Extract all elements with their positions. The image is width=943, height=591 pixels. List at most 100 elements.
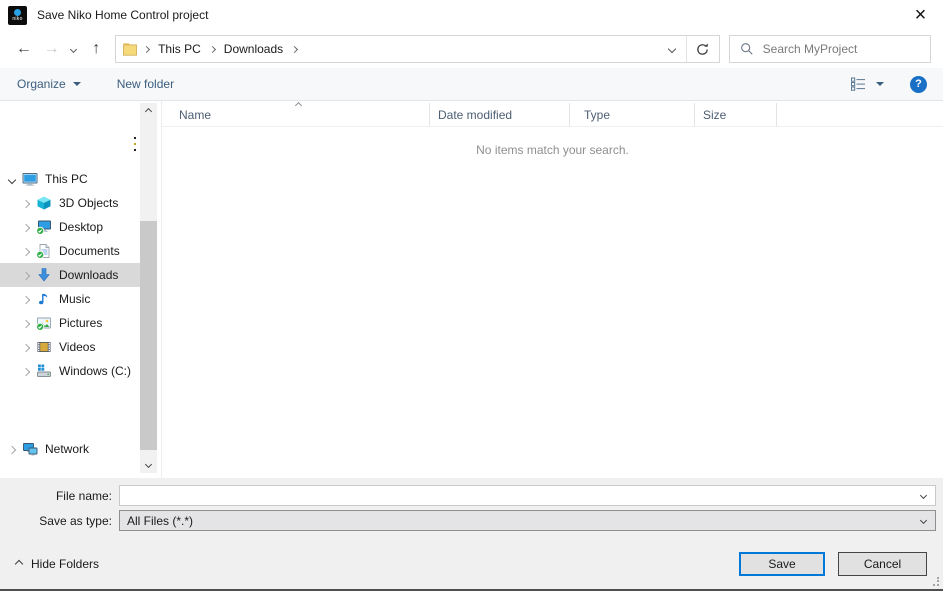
breadcrumb: This PC Downloads: [138, 36, 303, 62]
new-folder-label: New folder: [117, 77, 174, 91]
chevron-collapsed-icon[interactable]: [22, 272, 30, 280]
new-folder-button[interactable]: New folder: [117, 77, 174, 91]
help-icon[interactable]: ?: [910, 76, 927, 93]
save-as-type-select[interactable]: All Files (*.*): [119, 510, 936, 531]
chevron-expanded-icon[interactable]: [8, 176, 16, 184]
navigation-bar: ← → ↑ This PC Downloads: [0, 30, 943, 68]
app-icon-dot: [14, 9, 21, 16]
recent-locations-chevron-icon[interactable]: [66, 35, 83, 63]
tree-scrollbar[interactable]: [140, 103, 157, 473]
column-header-label: Date modified: [438, 108, 512, 122]
breadcrumb-item[interactable]: Downloads: [221, 36, 286, 62]
file-name-row: File name:: [0, 478, 943, 506]
column-header-label: Type: [584, 108, 610, 122]
column-header-type[interactable]: Type: [570, 103, 695, 126]
chevron-collapsed-icon[interactable]: [22, 320, 30, 328]
this-pc-icon: [22, 171, 39, 187]
chevron-collapsed-icon[interactable]: [22, 224, 30, 232]
music-icon: [36, 291, 53, 307]
footer-row: Hide Folders Save Cancel: [0, 552, 943, 576]
save-button[interactable]: Save: [739, 552, 825, 576]
resize-grip-icon[interactable]: [930, 577, 939, 586]
downloads-icon: [36, 267, 53, 283]
tree-item-videos[interactable]: Videos: [0, 335, 140, 359]
tree-item-label: Desktop: [59, 220, 103, 234]
breadcrumb-chevron-icon[interactable]: [209, 45, 216, 52]
refresh-button[interactable]: [686, 36, 719, 62]
empty-message: No items match your search.: [162, 143, 943, 157]
folder-tree: This PC 3D Objects Desktop Documents Downloa…: [0, 167, 140, 461]
dialog-body: This PC 3D Objects Desktop Documents Downloa…: [0, 101, 943, 478]
file-name-input[interactable]: [120, 486, 935, 505]
details-view-icon[interactable]: [850, 76, 867, 92]
tree-item-this-pc[interactable]: This PC: [0, 167, 140, 191]
address-bar[interactable]: This PC Downloads: [115, 35, 720, 63]
objects-3d-icon: [36, 195, 53, 211]
tree-item-pictures[interactable]: Pictures: [0, 311, 140, 335]
save-as-type-row: Save as type: All Files (*.*): [0, 510, 943, 531]
column-header-label: Name: [179, 108, 211, 122]
breadcrumb-chevron-icon[interactable]: [143, 45, 150, 52]
close-button[interactable]: ×: [898, 0, 943, 30]
desktop-icon: [36, 219, 53, 235]
tree-item-label: Network: [45, 442, 89, 456]
address-dropdown-chevron-icon[interactable]: [658, 36, 686, 62]
network-icon: [22, 441, 39, 457]
save-dialog-window: niko Save Niko Home Control project × ← …: [0, 0, 943, 591]
tree-item-downloads[interactable]: Downloads: [0, 263, 140, 287]
tree-item-label: 3D Objects: [59, 196, 118, 210]
tree-item-label: This PC: [45, 172, 88, 186]
column-header-date-modified[interactable]: Date modified: [430, 103, 570, 126]
tree-item-label: Documents: [59, 244, 120, 258]
organize-button[interactable]: Organize: [17, 77, 81, 91]
tree-item-music[interactable]: Music: [0, 287, 140, 311]
file-name-label: File name:: [0, 489, 119, 503]
cancel-button[interactable]: Cancel: [838, 552, 927, 576]
save-as-type-label: Save as type:: [0, 514, 119, 528]
videos-icon: [36, 339, 53, 355]
dialog-buttons: Save Cancel: [739, 552, 927, 576]
splitter-grip[interactable]: [134, 137, 137, 155]
tree-item-label: Pictures: [59, 316, 102, 330]
title-bar: niko Save Niko Home Control project ×: [0, 0, 943, 30]
hide-folders-label: Hide Folders: [31, 557, 99, 571]
scroll-down-icon[interactable]: [140, 456, 157, 473]
command-toolbar: Organize New folder ?: [0, 68, 943, 101]
file-name-combobox: [119, 485, 936, 506]
chevron-collapsed-icon[interactable]: [8, 446, 16, 454]
column-header-size[interactable]: Size: [695, 103, 777, 126]
tree-item-desktop[interactable]: Desktop: [0, 215, 140, 239]
app-icon: niko: [8, 6, 27, 25]
organize-dropdown-icon: [73, 82, 81, 86]
chevron-collapsed-icon[interactable]: [22, 344, 30, 352]
search-box[interactable]: [729, 35, 931, 63]
tree-item-label: Downloads: [59, 268, 118, 282]
tree-item-documents[interactable]: Documents: [0, 239, 140, 263]
save-as-type-value: All Files (*.*): [127, 514, 193, 528]
tree-item-windows-drive[interactable]: Windows (C:): [0, 359, 140, 383]
chevron-collapsed-icon[interactable]: [22, 248, 30, 256]
organize-label: Organize: [17, 77, 66, 91]
refresh-icon: [695, 42, 710, 57]
views-dropdown-icon[interactable]: [876, 82, 884, 86]
tree-item-objects-3d[interactable]: 3D Objects: [0, 191, 140, 215]
chevron-collapsed-icon[interactable]: [22, 296, 30, 304]
up-button[interactable]: ↑: [82, 35, 110, 63]
scroll-up-icon[interactable]: [140, 103, 157, 120]
pictures-icon: [36, 315, 53, 331]
navigation-pane: This PC 3D Objects Desktop Documents Downloa…: [0, 101, 140, 478]
window-title: Save Niko Home Control project: [37, 8, 208, 22]
tree-item-label: Windows (C:): [59, 364, 131, 378]
breadcrumb-item[interactable]: This PC: [155, 36, 204, 62]
back-button[interactable]: ←: [10, 35, 38, 63]
chevron-collapsed-icon[interactable]: [22, 200, 30, 208]
chevron-collapsed-icon[interactable]: [22, 368, 30, 376]
tree-item-network[interactable]: Network: [0, 437, 140, 461]
search-input[interactable]: [763, 42, 924, 56]
toolbar-right-group: ?: [850, 76, 927, 93]
forward-button[interactable]: →: [38, 35, 66, 63]
hide-folders-button[interactable]: Hide Folders: [16, 557, 99, 571]
scrollbar-thumb[interactable]: [140, 221, 157, 450]
search-icon: [740, 42, 754, 56]
breadcrumb-chevron-icon[interactable]: [291, 45, 298, 52]
